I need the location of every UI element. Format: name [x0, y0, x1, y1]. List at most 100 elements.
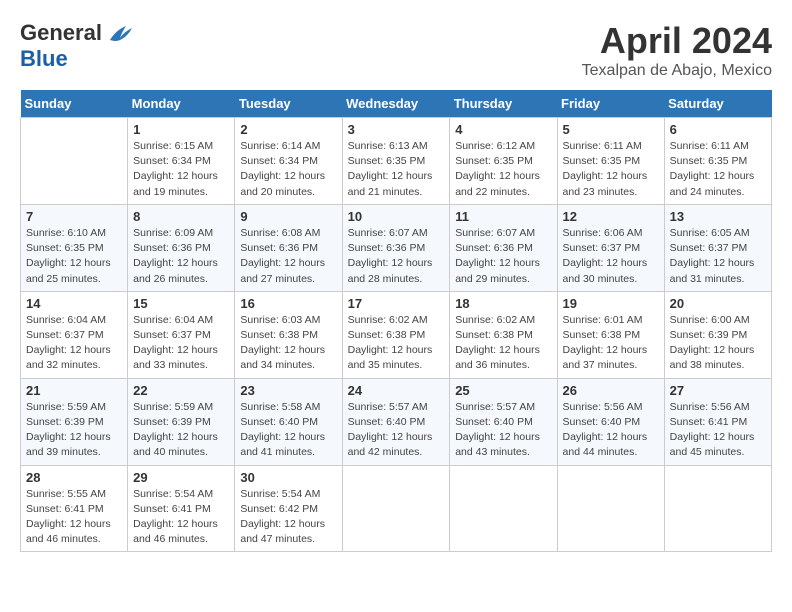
calendar-week-row: 28Sunrise: 5:55 AMSunset: 6:41 PMDayligh…: [21, 465, 772, 552]
day-header-tuesday: Tuesday: [235, 90, 342, 118]
day-info: Sunrise: 6:02 AMSunset: 6:38 PMDaylight:…: [455, 313, 551, 374]
calendar-day-cell: 3 Sunrise: 6:13 AMSunset: 6:35 PMDaylight…: [342, 118, 450, 205]
calendar-day-cell: 23 Sunrise: 5:58 AMSunset: 6:40 PMDayligh…: [235, 378, 342, 465]
day-info: Sunrise: 5:58 AMSunset: 6:40 PMDaylight:…: [240, 400, 336, 461]
day-number: 9: [240, 209, 336, 224]
day-number: 20: [670, 296, 766, 311]
calendar-day-cell: 9 Sunrise: 6:08 AMSunset: 6:36 PMDaylight…: [235, 204, 342, 291]
day-info: Sunrise: 6:08 AMSunset: 6:36 PMDaylight:…: [240, 226, 336, 287]
day-info: Sunrise: 5:59 AMSunset: 6:39 PMDaylight:…: [26, 400, 122, 461]
day-header-thursday: Thursday: [450, 90, 557, 118]
day-header-wednesday: Wednesday: [342, 90, 450, 118]
day-number: 7: [26, 209, 122, 224]
logo-bird-icon: [106, 22, 134, 44]
day-number: 21: [26, 383, 122, 398]
calendar-week-row: 1 Sunrise: 6:15 AMSunset: 6:34 PMDaylight…: [21, 118, 772, 205]
calendar-day-cell: 24 Sunrise: 5:57 AMSunset: 6:40 PMDayligh…: [342, 378, 450, 465]
day-number: 14: [26, 296, 122, 311]
day-number: 17: [348, 296, 445, 311]
calendar-empty-cell: [557, 465, 664, 552]
day-number: 16: [240, 296, 336, 311]
day-info: Sunrise: 6:13 AMSunset: 6:35 PMDaylight:…: [348, 139, 445, 200]
day-number: 29: [133, 470, 229, 485]
day-header-saturday: Saturday: [664, 90, 771, 118]
day-info: Sunrise: 6:15 AMSunset: 6:34 PMDaylight:…: [133, 139, 229, 200]
calendar-day-cell: 26 Sunrise: 5:56 AMSunset: 6:40 PMDayligh…: [557, 378, 664, 465]
calendar-week-row: 14 Sunrise: 6:04 AMSunset: 6:37 PMDayligh…: [21, 291, 772, 378]
day-number: 30: [240, 470, 336, 485]
calendar-empty-cell: [21, 118, 128, 205]
day-info: Sunrise: 5:54 AMSunset: 6:42 PMDaylight:…: [240, 487, 336, 548]
day-info: Sunrise: 6:14 AMSunset: 6:34 PMDaylight:…: [240, 139, 336, 200]
day-info: Sunrise: 6:01 AMSunset: 6:38 PMDaylight:…: [563, 313, 659, 374]
calendar-day-cell: 4 Sunrise: 6:12 AMSunset: 6:35 PMDaylight…: [450, 118, 557, 205]
day-number: 26: [563, 383, 659, 398]
calendar-day-cell: 1 Sunrise: 6:15 AMSunset: 6:34 PMDaylight…: [128, 118, 235, 205]
calendar-day-cell: 10 Sunrise: 6:07 AMSunset: 6:36 PMDayligh…: [342, 204, 450, 291]
day-info: Sunrise: 5:57 AMSunset: 6:40 PMDaylight:…: [348, 400, 445, 461]
calendar-week-row: 7 Sunrise: 6:10 AMSunset: 6:35 PMDaylight…: [21, 204, 772, 291]
calendar-day-cell: 16Sunrise: 6:03 AMSunset: 6:38 PMDayligh…: [235, 291, 342, 378]
header: General Blue April 2024 Texalpan de Abaj…: [20, 20, 772, 80]
day-info: Sunrise: 6:09 AMSunset: 6:36 PMDaylight:…: [133, 226, 229, 287]
month-title: April 2024: [582, 20, 772, 62]
logo-blue-text: Blue: [20, 46, 68, 72]
day-number: 5: [563, 122, 659, 137]
calendar-day-cell: 30 Sunrise: 5:54 AMSunset: 6:42 PMDayligh…: [235, 465, 342, 552]
calendar-day-cell: 21 Sunrise: 5:59 AMSunset: 6:39 PMDayligh…: [21, 378, 128, 465]
calendar-day-cell: 17 Sunrise: 6:02 AMSunset: 6:38 PMDayligh…: [342, 291, 450, 378]
day-number: 23: [240, 383, 336, 398]
day-info: Sunrise: 5:56 AMSunset: 6:41 PMDaylight:…: [670, 400, 766, 461]
day-header-sunday: Sunday: [21, 90, 128, 118]
day-info: Sunrise: 6:02 AMSunset: 6:38 PMDaylight:…: [348, 313, 445, 374]
day-number: 3: [348, 122, 445, 137]
calendar-day-cell: 14 Sunrise: 6:04 AMSunset: 6:37 PMDayligh…: [21, 291, 128, 378]
day-info: Sunrise: 6:04 AMSunset: 6:37 PMDaylight:…: [133, 313, 229, 374]
day-header-friday: Friday: [557, 90, 664, 118]
day-number: 13: [670, 209, 766, 224]
calendar-day-cell: 28Sunrise: 5:55 AMSunset: 6:41 PMDayligh…: [21, 465, 128, 552]
calendar-day-cell: 20Sunrise: 6:00 AMSunset: 6:39 PMDayligh…: [664, 291, 771, 378]
day-info: Sunrise: 5:57 AMSunset: 6:40 PMDaylight:…: [455, 400, 551, 461]
logo-general-text: General: [20, 20, 102, 46]
calendar-day-cell: 25Sunrise: 5:57 AMSunset: 6:40 PMDayligh…: [450, 378, 557, 465]
day-number: 8: [133, 209, 229, 224]
calendar-day-cell: 18Sunrise: 6:02 AMSunset: 6:38 PMDayligh…: [450, 291, 557, 378]
day-info: Sunrise: 6:11 AMSunset: 6:35 PMDaylight:…: [563, 139, 659, 200]
day-info: Sunrise: 6:06 AMSunset: 6:37 PMDaylight:…: [563, 226, 659, 287]
day-number: 10: [348, 209, 445, 224]
calendar-day-cell: 6Sunrise: 6:11 AMSunset: 6:35 PMDaylight…: [664, 118, 771, 205]
calendar-day-cell: 2Sunrise: 6:14 AMSunset: 6:34 PMDaylight…: [235, 118, 342, 205]
calendar-day-cell: 8 Sunrise: 6:09 AMSunset: 6:36 PMDaylight…: [128, 204, 235, 291]
day-number: 1: [133, 122, 229, 137]
day-info: Sunrise: 6:10 AMSunset: 6:35 PMDaylight:…: [26, 226, 122, 287]
day-info: Sunrise: 6:04 AMSunset: 6:37 PMDaylight:…: [26, 313, 122, 374]
day-info: Sunrise: 5:56 AMSunset: 6:40 PMDaylight:…: [563, 400, 659, 461]
title-area: April 2024 Texalpan de Abajo, Mexico: [582, 20, 772, 80]
day-number: 11: [455, 209, 551, 224]
calendar-header-row: SundayMondayTuesdayWednesdayThursdayFrid…: [21, 90, 772, 118]
day-number: 19: [563, 296, 659, 311]
day-info: Sunrise: 5:59 AMSunset: 6:39 PMDaylight:…: [133, 400, 229, 461]
calendar-day-cell: 29Sunrise: 5:54 AMSunset: 6:41 PMDayligh…: [128, 465, 235, 552]
location: Texalpan de Abajo, Mexico: [582, 62, 772, 80]
day-info: Sunrise: 6:05 AMSunset: 6:37 PMDaylight:…: [670, 226, 766, 287]
logo: General Blue: [20, 20, 134, 72]
calendar-day-cell: 5 Sunrise: 6:11 AMSunset: 6:35 PMDaylight…: [557, 118, 664, 205]
day-info: Sunrise: 6:07 AMSunset: 6:36 PMDaylight:…: [348, 226, 445, 287]
day-number: 27: [670, 383, 766, 398]
calendar-day-cell: 7 Sunrise: 6:10 AMSunset: 6:35 PMDaylight…: [21, 204, 128, 291]
calendar-day-cell: 19 Sunrise: 6:01 AMSunset: 6:38 PMDayligh…: [557, 291, 664, 378]
calendar-day-cell: 22Sunrise: 5:59 AMSunset: 6:39 PMDayligh…: [128, 378, 235, 465]
calendar-day-cell: 27 Sunrise: 5:56 AMSunset: 6:41 PMDayligh…: [664, 378, 771, 465]
calendar-week-row: 21 Sunrise: 5:59 AMSunset: 6:39 PMDayligh…: [21, 378, 772, 465]
calendar-empty-cell: [342, 465, 450, 552]
day-info: Sunrise: 6:11 AMSunset: 6:35 PMDaylight:…: [670, 139, 766, 200]
calendar-empty-cell: [450, 465, 557, 552]
day-number: 24: [348, 383, 445, 398]
calendar-day-cell: 15 Sunrise: 6:04 AMSunset: 6:37 PMDayligh…: [128, 291, 235, 378]
day-number: 4: [455, 122, 551, 137]
day-number: 15: [133, 296, 229, 311]
day-header-monday: Monday: [128, 90, 235, 118]
day-info: Sunrise: 6:12 AMSunset: 6:35 PMDaylight:…: [455, 139, 551, 200]
